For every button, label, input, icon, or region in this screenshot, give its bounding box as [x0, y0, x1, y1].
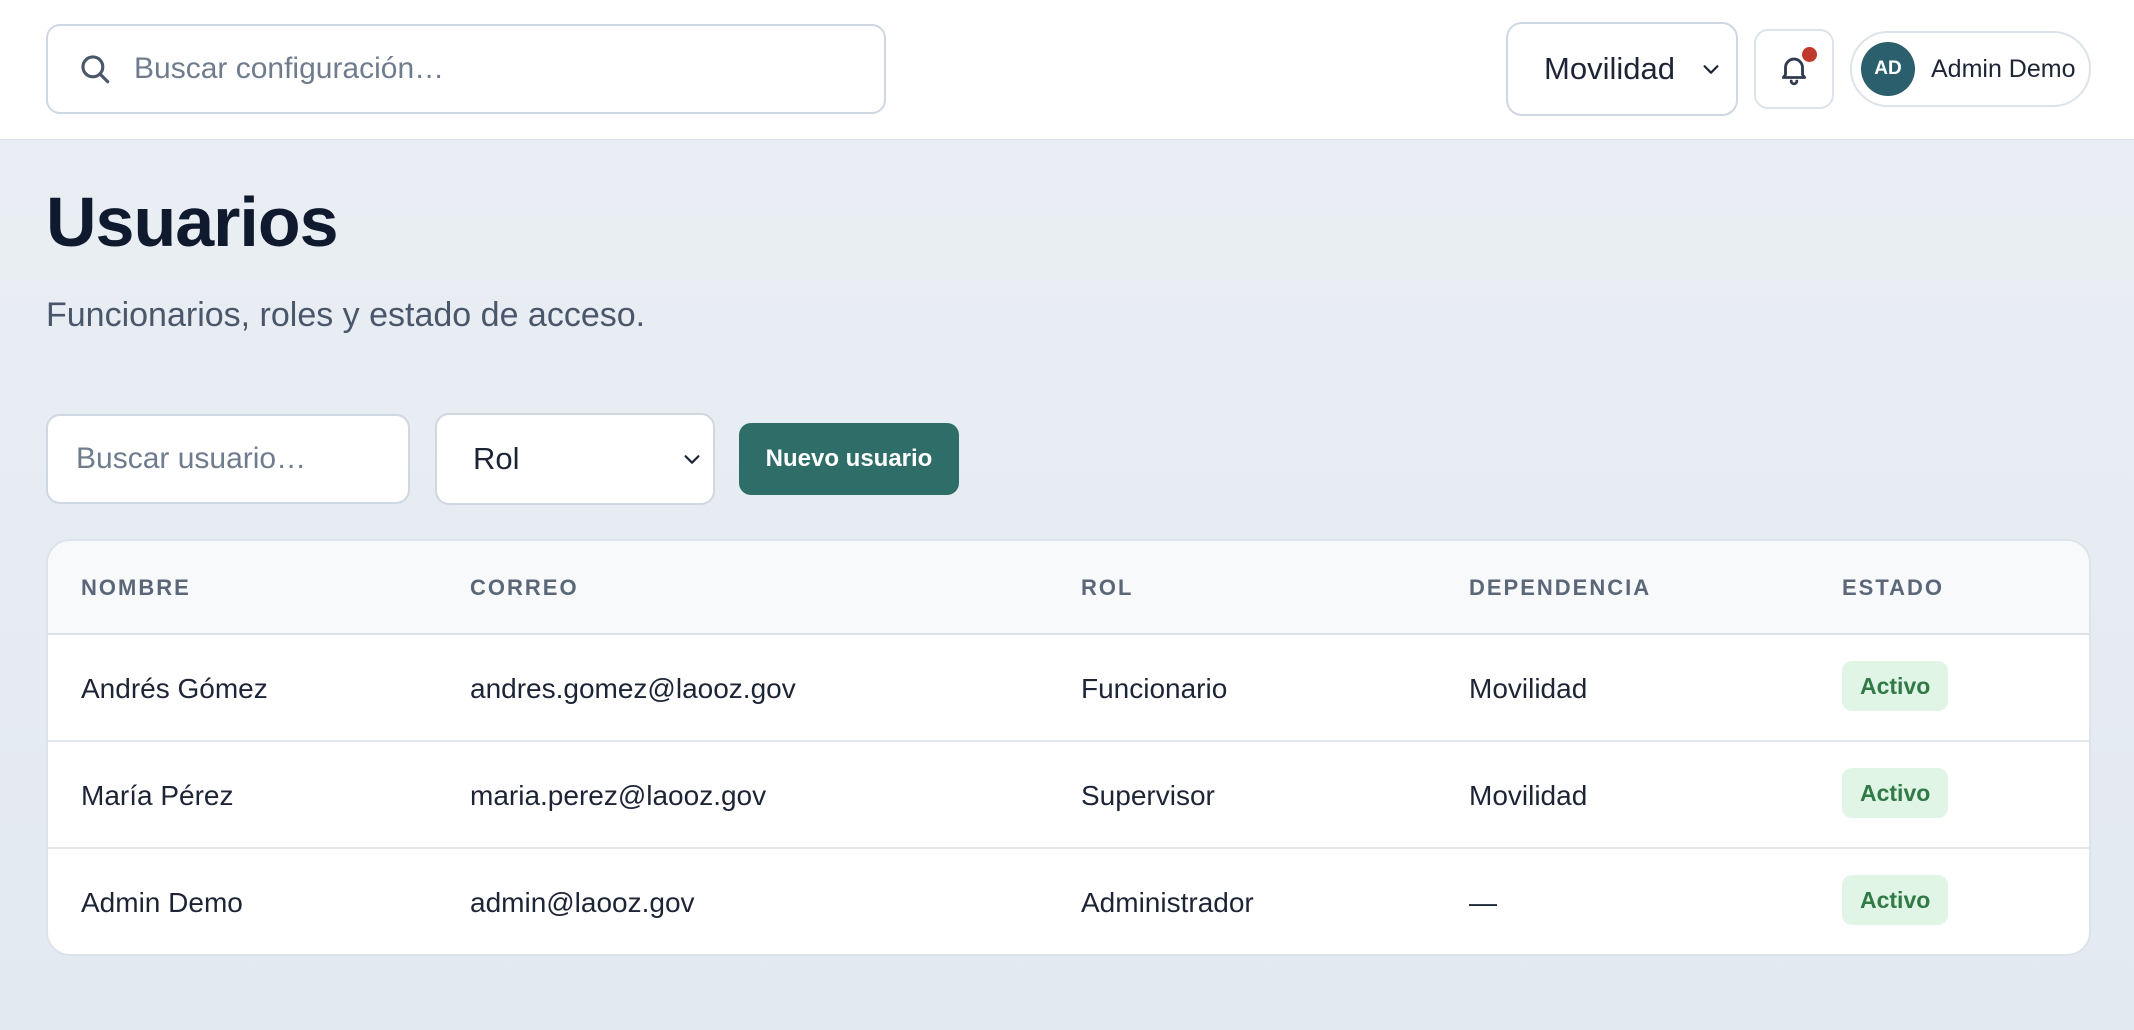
cell-email: andres.gomez@laooz.gov	[470, 673, 796, 704]
cell-department: —	[1469, 887, 1497, 918]
new-user-button[interactable]: Nuevo usuario	[739, 423, 959, 495]
top-bar: Movilidad AD Admin Demo	[0, 0, 2134, 140]
cell-department: Movilidad	[1469, 673, 1588, 704]
status-badge: Activo	[1842, 661, 1949, 711]
department-select-value: Movilidad	[1544, 51, 1675, 86]
column-header-email[interactable]: CORREO	[470, 575, 579, 601]
user-search-box[interactable]	[46, 414, 410, 504]
cell-role: Administrador	[1081, 887, 1254, 918]
table-row[interactable]: María Pérez maria.perez@laooz.gov Superv…	[48, 742, 2089, 849]
cell-role: Funcionario	[1081, 673, 1228, 704]
column-header-department[interactable]: DEPENDENCIA	[1469, 575, 1651, 601]
chevron-down-icon	[684, 455, 700, 464]
global-search-input[interactable]	[134, 52, 834, 86]
department-select[interactable]: Movilidad	[1506, 22, 1738, 116]
notifications-button[interactable]	[1754, 29, 1834, 109]
status-badge: Activo	[1842, 768, 1949, 818]
users-table: NOMBRE CORREO ROL DEPENDENCIA ESTADO And…	[46, 539, 2091, 956]
page-subtitle: Funcionarios, roles y estado de acceso.	[46, 296, 646, 334]
avatar: AD	[1861, 42, 1915, 96]
role-filter-value: Rol	[473, 441, 520, 476]
cell-email: admin@laooz.gov	[470, 887, 695, 918]
chevron-down-icon	[1703, 65, 1719, 74]
user-search-input[interactable]	[76, 442, 396, 476]
table-header: NOMBRE CORREO ROL DEPENDENCIA ESTADO	[48, 541, 2089, 635]
cell-role: Supervisor	[1081, 780, 1215, 811]
table-row[interactable]: Admin Demo admin@laooz.gov Administrador…	[48, 849, 2089, 954]
search-icon	[81, 55, 110, 84]
cell-department: Movilidad	[1469, 780, 1588, 811]
column-header-role[interactable]: ROL	[1081, 575, 1133, 601]
status-badge: Activo	[1842, 875, 1949, 925]
user-menu[interactable]: AD Admin Demo	[1850, 31, 2091, 107]
column-header-name[interactable]: NOMBRE	[81, 575, 191, 601]
role-filter-select[interactable]: Rol	[435, 413, 715, 505]
cell-email: maria.perez@laooz.gov	[470, 780, 767, 811]
cell-name: Admin Demo	[81, 887, 243, 918]
cell-name: Andrés Gómez	[81, 673, 268, 704]
user-name: Admin Demo	[1931, 54, 2076, 83]
table-row[interactable]: Andrés Gómez andres.gomez@laooz.gov Func…	[48, 635, 2089, 742]
column-header-status[interactable]: ESTADO	[1842, 575, 1944, 601]
global-search-box[interactable]	[46, 24, 886, 114]
page-title: Usuarios	[46, 183, 339, 261]
cell-name: María Pérez	[81, 780, 234, 811]
notification-dot	[1802, 47, 1817, 62]
